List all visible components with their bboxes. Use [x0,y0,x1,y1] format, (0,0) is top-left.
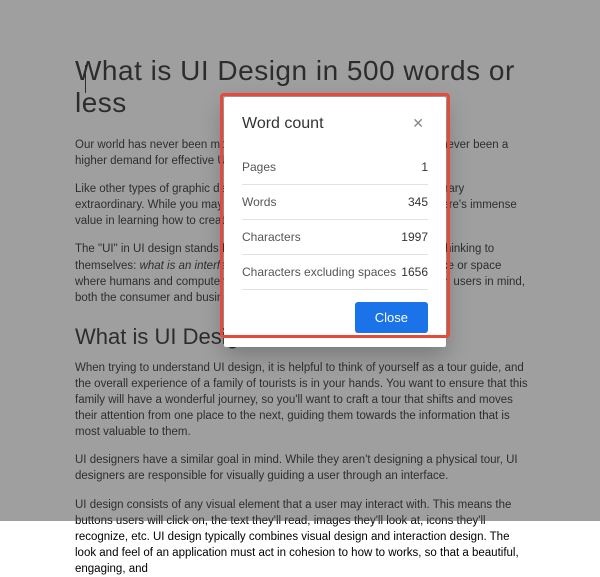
dialog-title: Word count [242,115,324,133]
stat-value: 345 [408,195,428,209]
close-icon[interactable]: ✕ [408,113,428,134]
stat-label: Characters [242,230,301,244]
stat-row-chars-nospace: Characters excluding spaces 1656 [242,255,428,290]
stat-row-chars: Characters 1997 [242,220,428,255]
stat-row-pages: Pages 1 [242,150,428,185]
stat-row-words: Words 345 [242,185,428,220]
word-count-dialog: Word count ✕ Pages 1 Words 345 Character… [224,97,446,347]
stat-value: 1656 [401,265,428,279]
dialog-footer: Close [242,302,428,333]
stat-label: Pages [242,160,276,174]
close-button[interactable]: Close [355,302,428,333]
stat-label: Words [242,195,276,209]
dialog-header: Word count ✕ [242,113,428,134]
stat-label: Characters excluding spaces [242,265,396,279]
stat-value: 1 [421,160,428,174]
stat-value: 1997 [401,230,428,244]
